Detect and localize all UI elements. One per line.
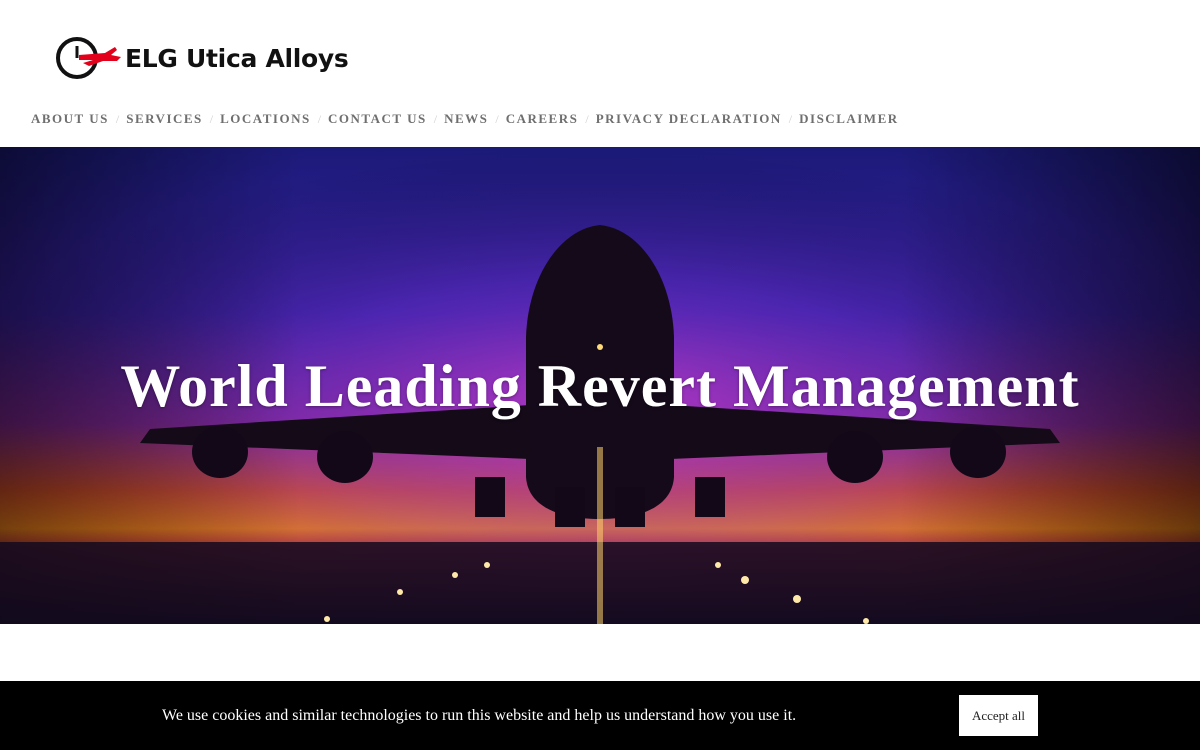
hero-banner: World Leading Revert Management xyxy=(0,147,1200,624)
nav-separator: / xyxy=(495,111,499,126)
nav-locations[interactable]: LOCATIONS xyxy=(220,111,311,127)
nav-about-us[interactable]: ABOUT US xyxy=(31,111,109,127)
main-nav: ABOUT US / SERVICES / LOCATIONS / CONTAC… xyxy=(31,110,899,128)
nav-separator: / xyxy=(115,111,120,126)
hero-title: World Leading Revert Management xyxy=(120,353,1080,419)
cookie-message: We use cookies and similar technologies … xyxy=(162,707,797,724)
nav-disclaimer[interactable]: DISCLAIMER xyxy=(799,111,899,127)
nav-separator: / xyxy=(433,111,438,126)
nav-separator: / xyxy=(585,111,589,126)
plane-clock-logo-icon xyxy=(56,37,121,79)
nav-services[interactable]: SERVICES xyxy=(126,111,203,127)
brand-name: ELG Utica Alloys xyxy=(125,43,349,73)
logo-link[interactable]: ELG Utica Alloys xyxy=(53,33,349,83)
site-header: ELG Utica Alloys ABOUT US / SERVICES / L… xyxy=(0,0,1200,147)
accept-all-button[interactable]: Accept all xyxy=(959,695,1038,736)
nav-contact-us[interactable]: CONTACT US xyxy=(328,111,427,127)
nav-separator: / xyxy=(209,111,214,126)
cookie-banner: We use cookies and similar technologies … xyxy=(0,681,1200,750)
nav-privacy-declaration[interactable]: PRIVACY DECLARATION xyxy=(596,111,782,127)
nav-separator: / xyxy=(317,111,322,126)
nav-news[interactable]: NEWS xyxy=(444,111,488,127)
nav-careers[interactable]: CAREERS xyxy=(506,111,579,127)
nav-separator: / xyxy=(788,111,793,126)
